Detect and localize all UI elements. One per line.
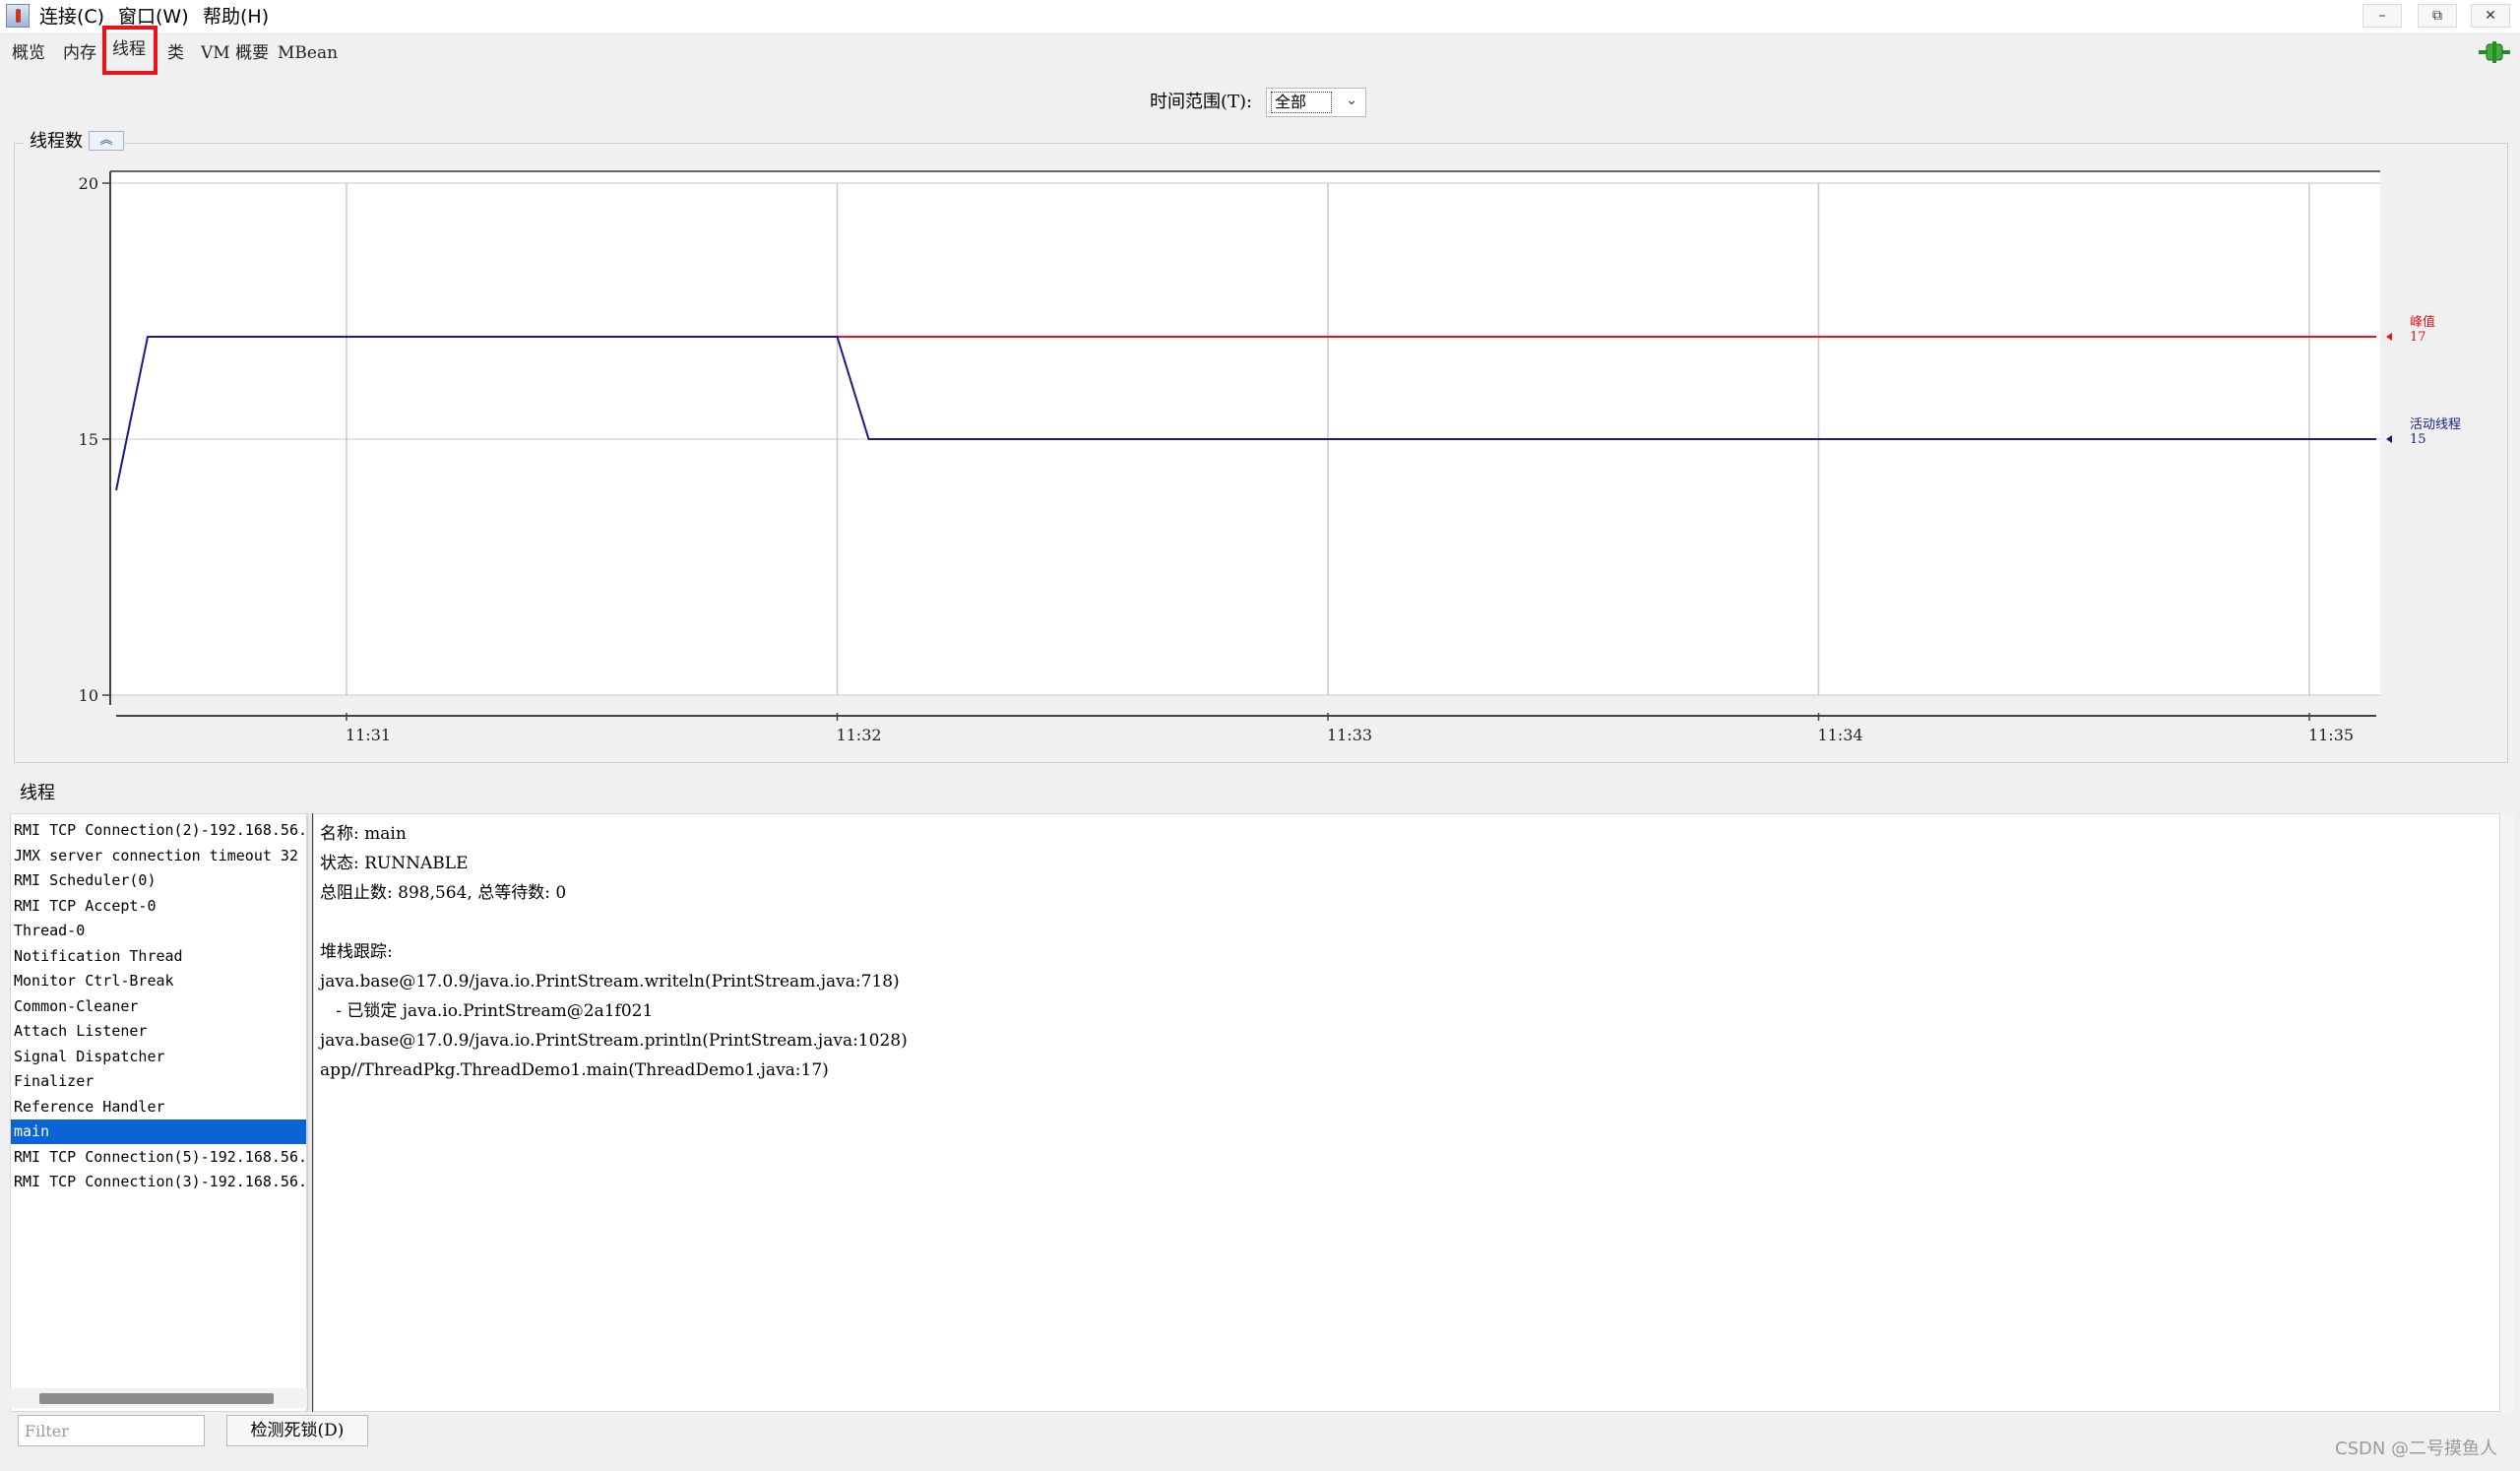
stack-frame: app//ThreadPkg.ThreadDemo1.main(ThreadDe… <box>320 1060 829 1080</box>
series-value-label: 17 <box>2410 330 2426 345</box>
x-tick-label: 11:34 <box>1817 726 1862 744</box>
thread-list-item[interactable]: Finalizer <box>11 1069 306 1094</box>
x-tick-label: 11:35 <box>2308 726 2354 744</box>
y-tick-label: 10 <box>79 686 98 705</box>
series-marker-0 <box>2386 333 2392 341</box>
thread-list-item[interactable]: main <box>11 1119 306 1144</box>
series-name-label: 活动线程 <box>2410 417 2461 432</box>
thread-list-item[interactable]: RMI TCP Accept-0 <box>11 894 306 919</box>
thread-list-item[interactable]: JMX server connection timeout 32 <box>11 844 306 868</box>
stack-frame: java.base@17.0.9/java.io.PrintStream.wri… <box>320 972 900 991</box>
threads-section-title: 线程 <box>20 783 55 803</box>
detect-deadlock-button[interactable]: 检测死锁(D) <box>226 1415 368 1446</box>
thread-list-item[interactable]: RMI Scheduler(0) <box>11 868 306 893</box>
thread-filter-input[interactable] <box>18 1415 205 1446</box>
thread-list[interactable]: RMI TCP Connection(2)-192.168.56. JMX ser… <box>10 813 307 1412</box>
thread-list-item[interactable]: RMI TCP Connection(2)-192.168.56. <box>11 818 306 843</box>
series-name-label: 峰值 <box>2410 314 2435 330</box>
thread-list-item[interactable]: Thread-0 <box>11 919 306 943</box>
plot-area <box>110 171 2380 695</box>
thread-list-item[interactable]: Attach Listener <box>11 1019 306 1044</box>
stack-frame: java.base@17.0.9/java.io.PrintStream.pri… <box>320 1031 908 1051</box>
y-tick-label: 20 <box>79 174 98 193</box>
thread-list-item[interactable]: Common-Cleaner <box>11 994 306 1019</box>
thread-list-item[interactable]: Monitor Ctrl-Break <box>11 969 306 993</box>
y-tick-label: 15 <box>79 430 98 449</box>
series-value-label: 15 <box>2410 432 2426 447</box>
thread-list-item[interactable]: Reference Handler <box>11 1095 306 1119</box>
watermark: CSDN @二号摸鱼人 <box>2335 1439 2498 1459</box>
thread-list-item[interactable]: Signal Dispatcher <box>11 1045 306 1069</box>
detail-state: 状态: RUNNABLE <box>320 854 469 873</box>
detail-name: 名称: main <box>320 824 407 844</box>
x-tick-label: 11:32 <box>836 726 881 744</box>
thread-list-item[interactable]: RMI TCP Connection(5)-192.168.56. <box>11 1145 306 1170</box>
stack-frame-lock: - 已锁定 java.io.PrintStream@2a1f021 <box>320 1001 654 1021</box>
detail-vscrollbar[interactable] <box>2500 813 2514 1412</box>
thread-list-hscroll-thumb[interactable] <box>39 1393 274 1404</box>
thread-list-item[interactable]: Notification Thread <box>11 944 306 969</box>
x-tick-label: 11:33 <box>1327 726 1372 744</box>
thread-list-item[interactable]: RMI TCP Connection(3)-192.168.56. <box>11 1170 306 1194</box>
thread-count-chart: 10152011:31 11:32 11:33 11:34 11:35峰值17活动线程1… <box>79 170 2461 744</box>
x-tick-label: 11:31 <box>346 726 391 744</box>
series-marker-1 <box>2386 435 2392 443</box>
thread-detail-pane: 名称: main 状态: RUNNABLE 总阻止数: 898,564, 总等待… <box>313 813 2500 1412</box>
detail-counts: 总阻止数: 898,564, 总等待数: 0 <box>320 883 567 903</box>
detail-stack-title: 堆栈跟踪: <box>320 942 393 962</box>
